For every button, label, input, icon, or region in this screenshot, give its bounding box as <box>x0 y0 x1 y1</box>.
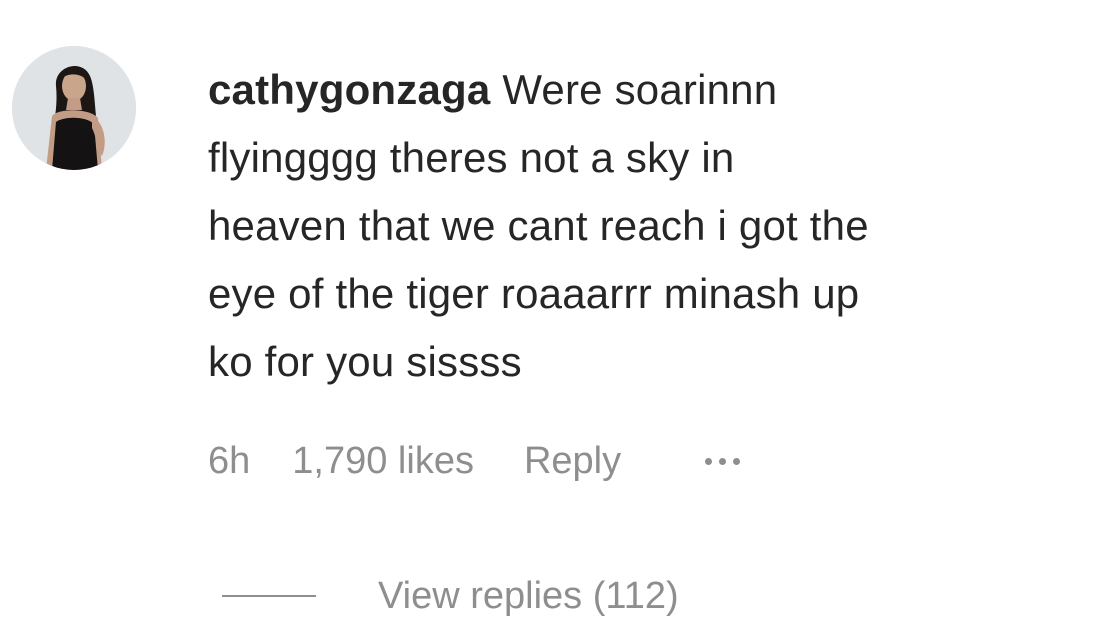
comment-line-4: eye of the tiger roaaarrr minash up <box>208 270 860 317</box>
more-dot <box>733 457 741 465</box>
comment-text: cathygonzaga Were soarinnn flyingggg ther… <box>208 56 1088 396</box>
comment-timestamp: 6h <box>208 439 251 482</box>
more-dot <box>719 457 727 465</box>
comment-meta: 6h 1,790 likes Reply <box>208 436 741 486</box>
comment-line-1: Were soarinnn <box>490 66 778 113</box>
avatar[interactable] <box>12 46 136 170</box>
view-replies-divider <box>222 595 316 597</box>
view-replies-label: View replies (112) <box>378 574 679 617</box>
view-replies-button[interactable]: View replies (112) <box>222 570 679 622</box>
more-options-icon[interactable] <box>705 446 741 476</box>
reply-button[interactable]: Reply <box>524 440 621 483</box>
more-dot <box>705 457 713 465</box>
comment-line-2: flyingggg theres not a sky in <box>208 134 735 181</box>
username-link[interactable]: cathygonzaga <box>208 66 490 113</box>
comment-line-3: heaven that we cant reach i got the <box>208 202 869 249</box>
comment-line-5: ko for you sissss <box>208 338 522 385</box>
profile-photo-icon <box>12 46 136 170</box>
likes-count[interactable]: 1,790 likes <box>292 440 474 483</box>
comment-body: cathygonzaga Were soarinnn flyingggg ther… <box>208 56 1088 396</box>
comment-item: cathygonzaga Were soarinnn flyingggg ther… <box>0 0 1120 642</box>
